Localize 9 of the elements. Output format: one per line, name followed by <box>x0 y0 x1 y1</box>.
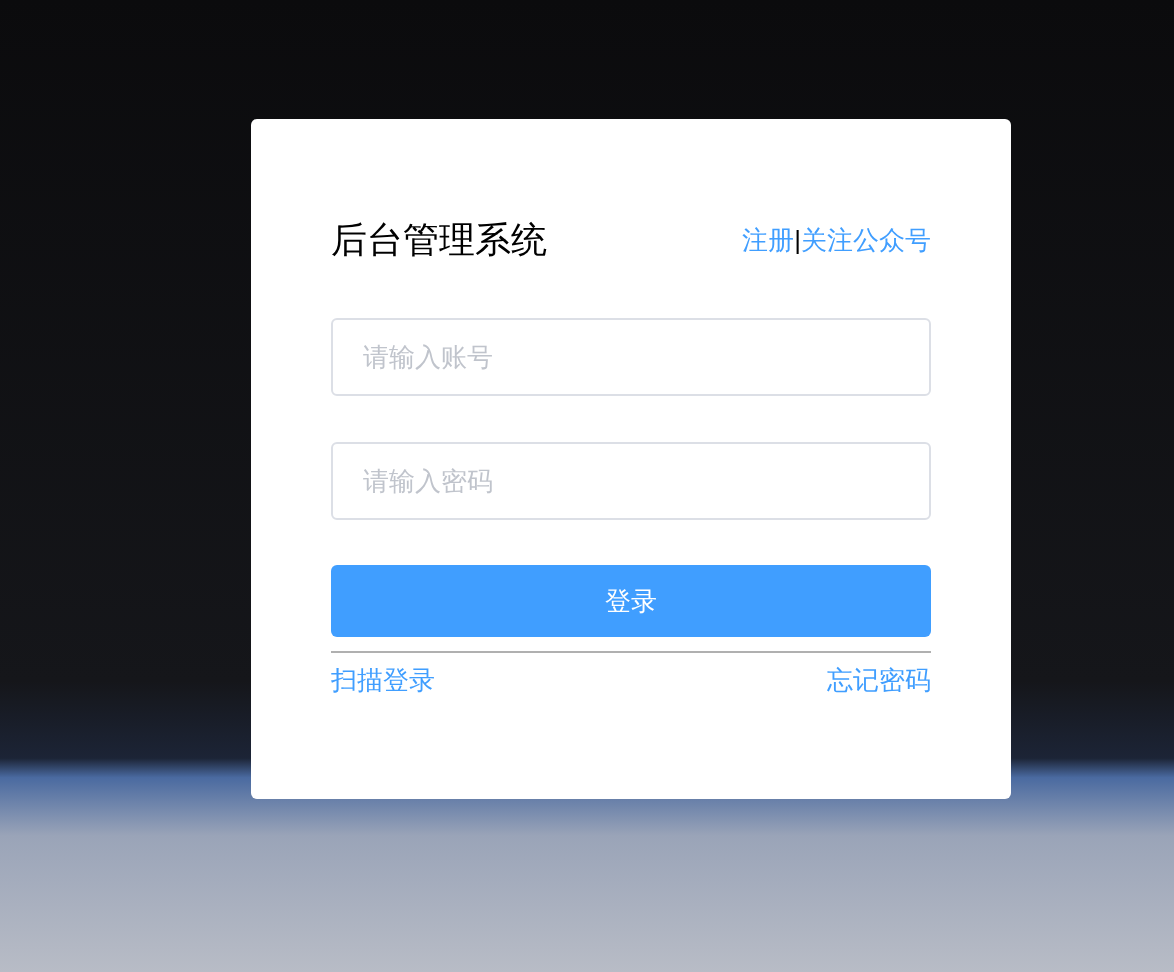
header-link[interactable]: 注册 <box>742 227 795 253</box>
header-link[interactable]: 关注公众号 <box>801 227 931 253</box>
input-field[interactable]: 请输入密码 <box>331 442 931 520</box>
form-title: 后台管理系统 <box>331 222 547 258</box>
link-separator: | <box>794 227 801 253</box>
footer-link[interactable]: 忘记密码 <box>827 667 931 693</box>
input-field[interactable]: 请输入账号 <box>331 318 931 396</box>
login-button[interactable]: 登录 <box>331 565 931 637</box>
footer-link[interactable]: 扫描登录 <box>331 667 435 693</box>
